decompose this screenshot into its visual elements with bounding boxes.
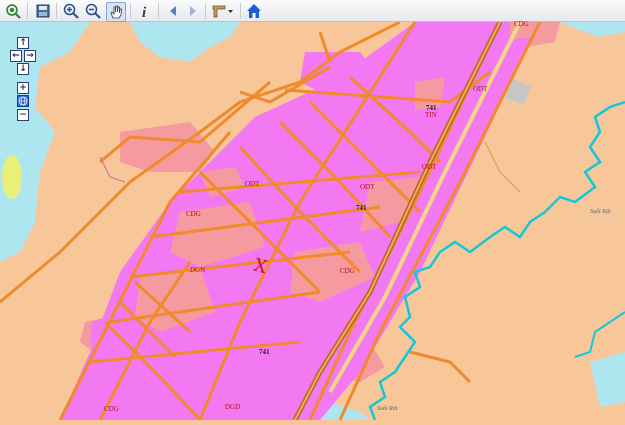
pan-left-button[interactable]: ← (10, 50, 22, 62)
map-label: ODT (245, 180, 260, 188)
zoom-in-button[interactable]: + (17, 82, 29, 94)
map-label: ODT (422, 163, 437, 171)
forest-patch (2, 155, 22, 199)
pan-down-button[interactable]: ↓ (17, 63, 29, 75)
svg-text:i: i (142, 5, 147, 19)
map-label: CDG (514, 20, 529, 28)
route-label: 741 (426, 104, 437, 112)
zoom-full-icon[interactable] (4, 2, 22, 20)
map-label: DGD (225, 403, 241, 411)
save-icon[interactable] (34, 2, 52, 20)
map-label: TIN (425, 111, 437, 119)
map-label: CDG (186, 210, 201, 218)
zoom-out-icon[interactable] (84, 2, 102, 20)
map-label: ODT (473, 85, 488, 93)
river-label: Suối Rát (377, 406, 398, 412)
route-label: 741 (356, 204, 367, 212)
home-icon[interactable] (245, 2, 263, 20)
map-label: DGN (190, 266, 206, 274)
back-arrow-icon[interactable] (164, 2, 182, 20)
pan-up-button[interactable]: ↑ (17, 37, 29, 49)
pan-hand-icon[interactable] (106, 2, 126, 22)
land-use-map (0, 20, 625, 422)
river-label: Suối Rát (590, 209, 611, 215)
map-canvas[interactable]: ↑ ← → ↓ + − ODT ODT ODT ODT CDG CDG DGN … (0, 20, 625, 422)
globe-icon[interactable] (17, 95, 29, 107)
route-label: 741 (259, 348, 270, 356)
map-toolbar: i (0, 0, 625, 22)
info-icon[interactable]: i (136, 2, 154, 20)
zoom-out-button[interactable]: − (17, 109, 29, 121)
map-label: ODT (360, 183, 375, 191)
zoom-in-icon[interactable] (62, 2, 80, 20)
pan-right-button[interactable]: → (24, 50, 36, 62)
measure-dropdown-icon[interactable] (210, 2, 236, 20)
map-label: CDG (104, 405, 119, 413)
map-label: CDG (340, 267, 355, 275)
forward-arrow-icon[interactable] (184, 2, 202, 20)
